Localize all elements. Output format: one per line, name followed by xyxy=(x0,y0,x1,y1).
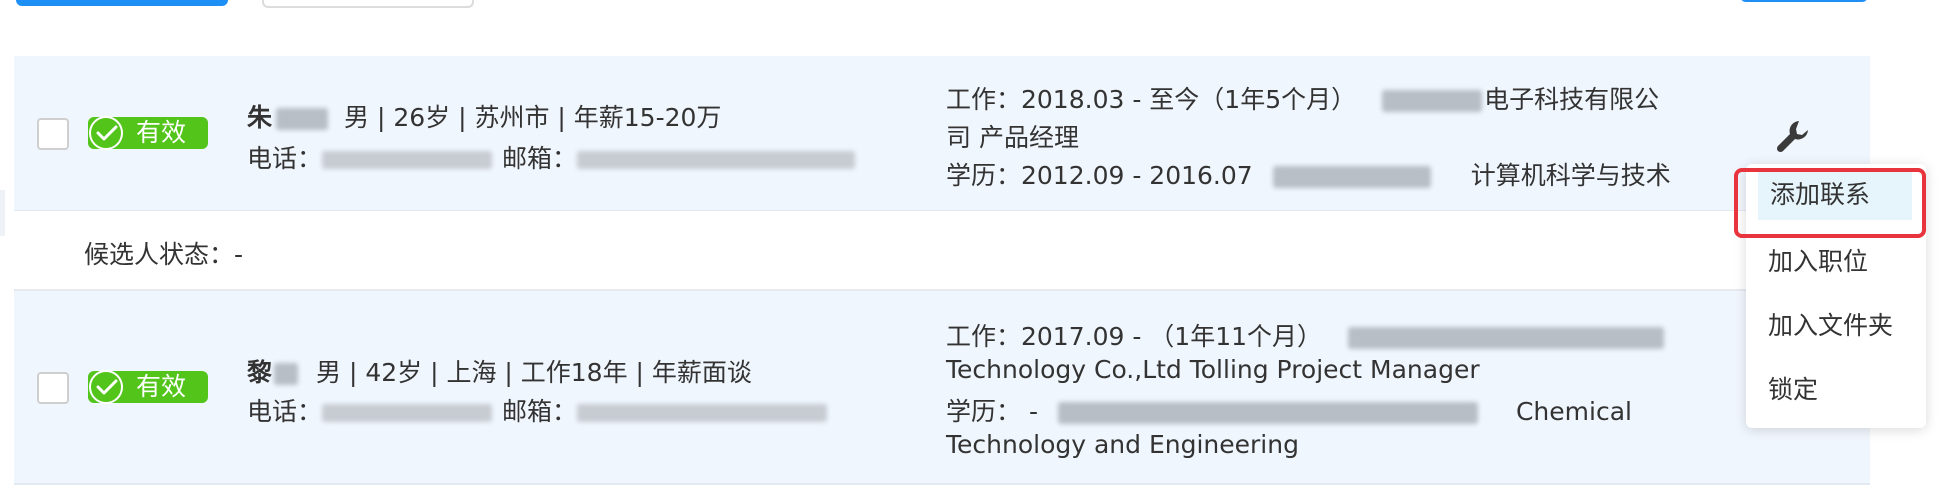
work-line: 工作：2018.03 - 至今（1年5个月） xyxy=(946,85,1357,114)
redacted-company xyxy=(1382,90,1483,112)
work-title: 司 产品经理 xyxy=(946,123,1079,152)
work-title: Technology Co.,Ltd Tolling Project Manag… xyxy=(946,355,1480,384)
top-right-button[interactable] xyxy=(1740,0,1868,2)
redacted-phone xyxy=(322,151,493,169)
company-suffix: 电子科技有限公 xyxy=(1484,85,1660,114)
top-primary-button[interactable] xyxy=(16,0,228,6)
phone-label: 电话： xyxy=(247,397,323,426)
education: 学历： - Chemical xyxy=(946,392,1632,428)
top-default-button[interactable] xyxy=(262,0,474,8)
education-dates: 学历： - xyxy=(946,397,1038,426)
work-history: 工作：2017.09 - （1年11个月） xyxy=(946,317,1665,353)
work-history: 工作：2018.03 - 至今（1年5个月） 电子科技有限公 xyxy=(946,80,1659,116)
check-circle-icon xyxy=(89,116,123,150)
badge-label: 有效 xyxy=(136,372,187,401)
candidate-contact: 电话： 邮箱： xyxy=(247,139,856,175)
badge-label: 有效 xyxy=(136,118,187,147)
candidate-name[interactable]: 朱 xyxy=(247,103,272,132)
email-label: 邮箱： xyxy=(502,144,578,173)
redacted-name xyxy=(274,363,299,385)
menu-item-lock[interactable]: 锁定 xyxy=(1746,362,1926,418)
redacted-phone xyxy=(322,404,493,422)
left-edge-tab xyxy=(0,190,5,236)
redacted-school xyxy=(1272,166,1431,188)
wrench-icon[interactable] xyxy=(1773,117,1813,157)
candidate-name[interactable]: 黎 xyxy=(247,358,272,387)
candidate-status-row: 候选人状态：- xyxy=(14,211,1870,291)
candidate-info: 男 | 26岁 | 苏州市 | 年薪15-20万 xyxy=(344,103,722,132)
candidate-contact: 电话： 邮箱： xyxy=(247,392,828,428)
status-badge: 有效 xyxy=(88,370,208,404)
education-major-cont: Technology and Engineering xyxy=(946,430,1299,459)
redacted-email xyxy=(577,404,828,422)
status-badge: 有效 xyxy=(88,116,208,150)
education-major: Chemical xyxy=(1515,397,1632,426)
candidate-info: 男 | 42岁 | 上海 | 工作18年 | 年薪面谈 xyxy=(316,358,752,387)
redacted-email xyxy=(577,151,856,169)
redacted-school xyxy=(1057,402,1478,424)
education-major: 计算机科学与技术 xyxy=(1470,161,1671,190)
redacted-name xyxy=(276,108,329,130)
phone-label: 电话： xyxy=(247,144,323,173)
candidate-status: 候选人状态：- xyxy=(84,240,244,269)
menu-item-add-to-folder[interactable]: 加入文件夹 xyxy=(1746,298,1926,354)
highlight-box xyxy=(1734,168,1926,238)
education-dates: 学历：2012.09 - 2016.07 xyxy=(946,161,1253,190)
candidate-checkbox[interactable] xyxy=(37,118,69,150)
candidate-summary: 黎 男 | 42岁 | 上海 | 工作18年 | 年薪面谈 xyxy=(247,353,752,389)
work-line: 工作：2017.09 - （1年11个月） xyxy=(946,322,1323,351)
candidate-checkbox[interactable] xyxy=(37,372,69,404)
candidate-summary: 朱 男 | 26岁 | 苏州市 | 年薪15-20万 xyxy=(247,98,721,134)
check-circle-icon xyxy=(89,370,123,404)
redacted-company xyxy=(1348,327,1665,349)
menu-item-add-to-position[interactable]: 加入职位 xyxy=(1746,234,1926,290)
email-label: 邮箱： xyxy=(502,397,578,426)
education: 学历：2012.09 - 2016.07 计算机科学与技术 xyxy=(946,156,1671,192)
